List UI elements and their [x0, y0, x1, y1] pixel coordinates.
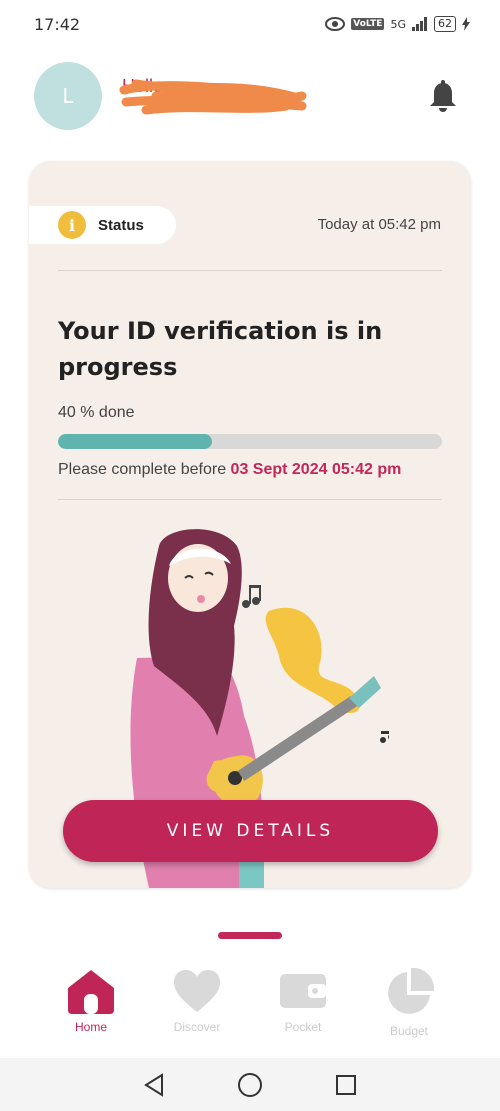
status-timestamp: Today at 05:42 pm — [317, 216, 441, 233]
divider — [58, 270, 442, 271]
clock: 17:42 — [34, 14, 81, 34]
divider — [58, 499, 442, 500]
info-icon: i — [58, 211, 86, 239]
bell-icon[interactable] — [428, 80, 458, 114]
nav-item-discover[interactable]: Discover — [144, 960, 250, 1050]
nav-label-home: Home — [74, 1020, 107, 1034]
nav-item-home[interactable]: Home — [38, 960, 144, 1050]
wallet-icon — [280, 974, 326, 1008]
eye-icon — [325, 17, 346, 31]
deadline-prefix: Please complete before — [58, 461, 231, 478]
deadline-text: Please complete before 03 Sept 2024 05:4… — [58, 461, 442, 479]
nav-item-pocket[interactable]: Pocket — [250, 960, 356, 1050]
progress-bar — [58, 434, 442, 449]
back-icon[interactable] — [143, 1072, 165, 1097]
nav-label-discover: Discover — [173, 1020, 221, 1034]
bottom-nav: Home Discover Pocket Budget — [0, 960, 500, 1050]
signal-icon — [412, 17, 427, 31]
recents-icon[interactable] — [335, 1074, 357, 1096]
status-bar: 17:42 VoLTE 5G 62 — [0, 0, 500, 48]
header: L Hello — [34, 62, 466, 132]
nav-label-pocket: Pocket — [284, 1020, 322, 1034]
deadline-date: 03 Sept 2024 05:42 pm — [230, 461, 402, 478]
system-nav-bar — [0, 1058, 500, 1111]
home-circle-icon[interactable] — [237, 1072, 263, 1098]
status-pill: i Status — [29, 206, 176, 244]
drag-handle[interactable] — [218, 932, 282, 939]
status-label: Status — [98, 216, 144, 234]
page-title: Your ID verification is in progress — [58, 317, 383, 381]
charging-icon — [462, 17, 470, 31]
redaction-scribble — [119, 79, 307, 115]
progress-fill — [58, 434, 212, 449]
nav-item-budget[interactable]: Budget — [356, 960, 462, 1050]
nav-label-budget: Budget — [389, 1024, 429, 1038]
verification-card: i Status Today at 05:42 pm Your ID verif… — [29, 161, 471, 888]
volte-icon: VoLTE — [351, 18, 385, 30]
heart-icon — [174, 970, 220, 1012]
network-label: 5G — [390, 17, 406, 31]
progress-text: 40 % done — [58, 404, 135, 421]
battery-icon: 62 — [434, 16, 456, 32]
view-details-button[interactable]: VIEW DETAILS — [63, 800, 438, 862]
status-icons: VoLTE 5G 62 — [325, 16, 470, 32]
pie-chart-icon — [388, 968, 434, 1014]
home-icon — [68, 970, 114, 1014]
avatar[interactable]: L — [34, 62, 102, 130]
